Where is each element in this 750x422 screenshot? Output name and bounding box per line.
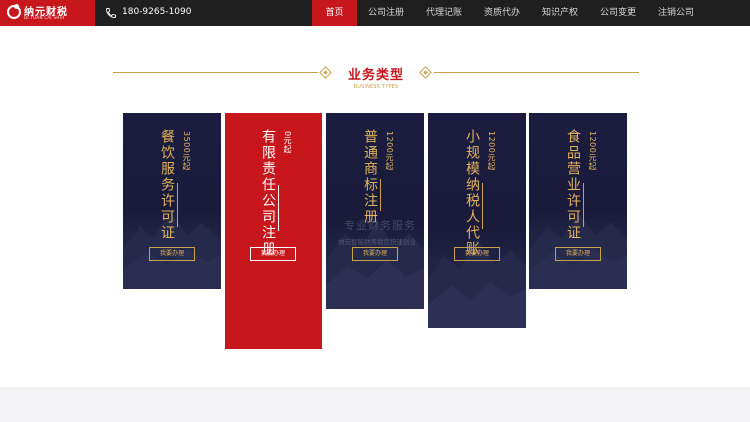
card-divider	[380, 179, 381, 211]
background-slogan: 专业财务服务	[344, 219, 416, 232]
card-price: 0元起	[283, 131, 292, 154]
service-card-trademark[interactable]: 普通商标注册 1200元起 我要办理	[326, 113, 424, 309]
phone-number[interactable]: 180-9265-1090	[122, 7, 191, 17]
card-divider	[583, 183, 584, 227]
card-divider	[177, 183, 178, 227]
card-title: 小规模纳税人代账	[464, 129, 480, 257]
card-divider	[278, 185, 279, 231]
card-price: 3500元起	[182, 131, 191, 171]
title-divider-left	[113, 72, 318, 73]
logo-icon	[7, 4, 21, 19]
nav-item-company-change[interactable]: 公司变更	[589, 0, 647, 26]
main-nav: 首页 公司注册 代理记账 资质代办 知识产权 公司变更 注销公司	[312, 0, 705, 26]
title-divider-right	[434, 72, 639, 73]
apply-button[interactable]: 我要办理	[555, 247, 601, 261]
card-divider	[482, 183, 483, 229]
top-bar: 纳元财税 DI YUAN CAI SHUI 180-9265-1090 首页 公…	[0, 0, 750, 26]
card-title: 食品营业许可证	[565, 129, 581, 241]
diamond-ornament-right	[419, 66, 432, 79]
nav-item-intellectual-property[interactable]: 知识产权	[531, 0, 589, 26]
apply-button[interactable]: 我要办理	[454, 247, 500, 261]
nav-item-company-registration[interactable]: 公司注册	[357, 0, 415, 26]
card-title: 有限责任公司注册	[260, 129, 276, 257]
card-title: 普通商标注册	[362, 129, 378, 225]
service-card-food-license[interactable]: 食品营业许可证 1200元起 我要办理	[529, 113, 627, 289]
service-card-catering[interactable]: 餐饮服务许可证 3500元起 我要办理	[123, 113, 221, 289]
service-card-bookkeeping[interactable]: 小规模纳税人代账 1200元起 我要办理	[428, 113, 526, 328]
phone-icon	[106, 8, 116, 18]
service-card-llc-registration[interactable]: 有限责任公司注册 0元起 我要办理	[225, 113, 322, 349]
card-price: 1200元起	[588, 131, 597, 171]
nav-item-bookkeeping[interactable]: 代理记账	[415, 0, 473, 26]
nav-item-deregistration[interactable]: 注销公司	[647, 0, 705, 26]
apply-button[interactable]: 我要办理	[149, 247, 195, 261]
footer-band	[0, 387, 750, 422]
card-price: 1200元起	[385, 131, 394, 171]
diamond-ornament-left	[319, 66, 332, 79]
nav-item-qualification[interactable]: 资质代办	[473, 0, 531, 26]
card-title: 餐饮服务许可证	[159, 129, 175, 241]
apply-button[interactable]: 我要办理	[250, 247, 296, 261]
card-price: 1200元起	[487, 131, 496, 171]
nav-item-home[interactable]: 首页	[312, 0, 357, 26]
logo-subtext: DI YUAN CAI SHUI	[24, 15, 65, 20]
apply-button[interactable]: 我要办理	[352, 247, 398, 261]
background-tagline: 纳元智能财务助您快速创业	[338, 238, 416, 246]
section-subtitle: BUSINESS TYPES	[353, 84, 399, 90]
logo[interactable]: 纳元财税 DI YUAN CAI SHUI	[0, 0, 95, 26]
section-title: 业务类型	[347, 68, 404, 83]
